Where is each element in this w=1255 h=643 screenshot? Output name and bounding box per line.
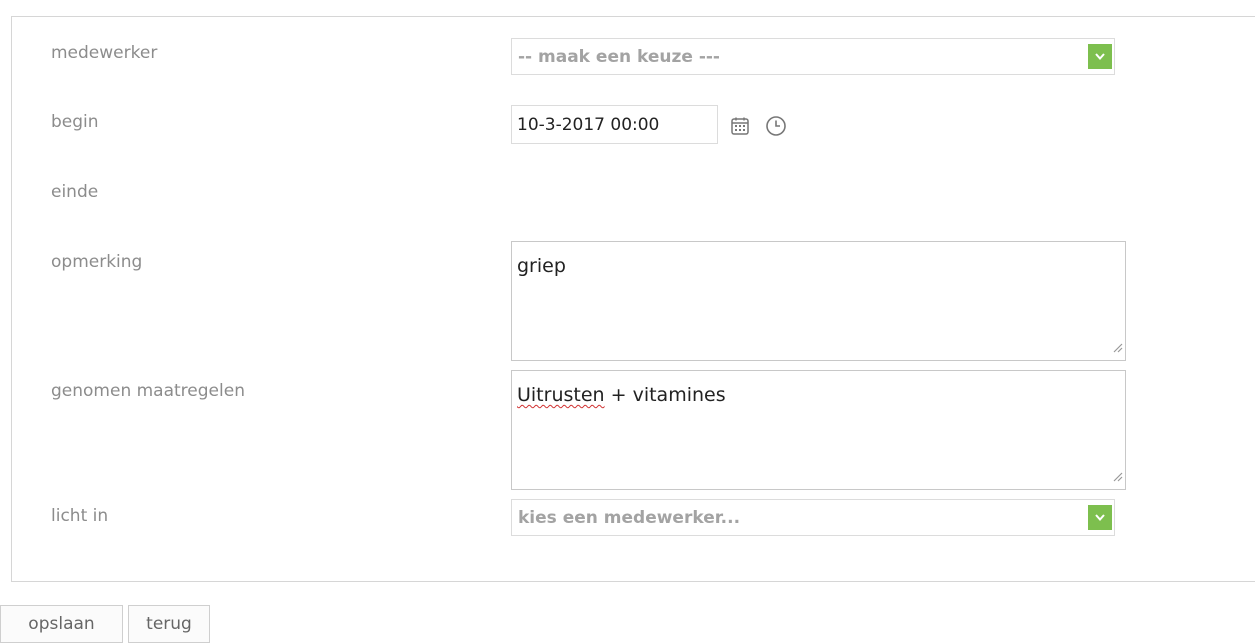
licht-in-select[interactable]: kies een medewerker... bbox=[511, 499, 1115, 536]
medewerker-select[interactable]: -- maak een keuze --- bbox=[511, 38, 1115, 75]
resize-grip-icon[interactable] bbox=[1111, 465, 1123, 487]
resize-grip-icon[interactable] bbox=[1111, 336, 1123, 358]
chevron-down-icon[interactable] bbox=[1088, 44, 1112, 69]
chevron-down-icon[interactable] bbox=[1088, 505, 1112, 530]
genomen-maatregelen-label: genomen maatregelen bbox=[51, 381, 245, 401]
maatregelen-text: + vitamines bbox=[604, 384, 726, 406]
save-button[interactable]: opslaan bbox=[0, 605, 123, 643]
calendar-icon[interactable] bbox=[728, 114, 752, 138]
begin-datetime-input[interactable]: 10-3-2017 00:00 bbox=[511, 105, 718, 144]
licht-in-label: licht in bbox=[51, 506, 109, 526]
medewerker-select-value: -- maak een keuze --- bbox=[518, 46, 720, 67]
licht-in-select-value: kies een medewerker... bbox=[518, 507, 741, 528]
einde-label: einde bbox=[51, 182, 99, 202]
medewerker-label: medewerker bbox=[51, 43, 158, 63]
opmerking-textarea[interactable]: griep bbox=[511, 241, 1126, 361]
misspelled-word: Uitrusten bbox=[517, 384, 605, 406]
begin-label: begin bbox=[51, 112, 99, 132]
opmerking-label: opmerking bbox=[51, 252, 143, 272]
opmerking-text: griep bbox=[517, 255, 566, 277]
clock-icon[interactable] bbox=[764, 114, 788, 138]
back-button[interactable]: terug bbox=[128, 605, 210, 643]
genomen-maatregelen-textarea[interactable]: Uitrusten + vitamines bbox=[511, 370, 1126, 490]
